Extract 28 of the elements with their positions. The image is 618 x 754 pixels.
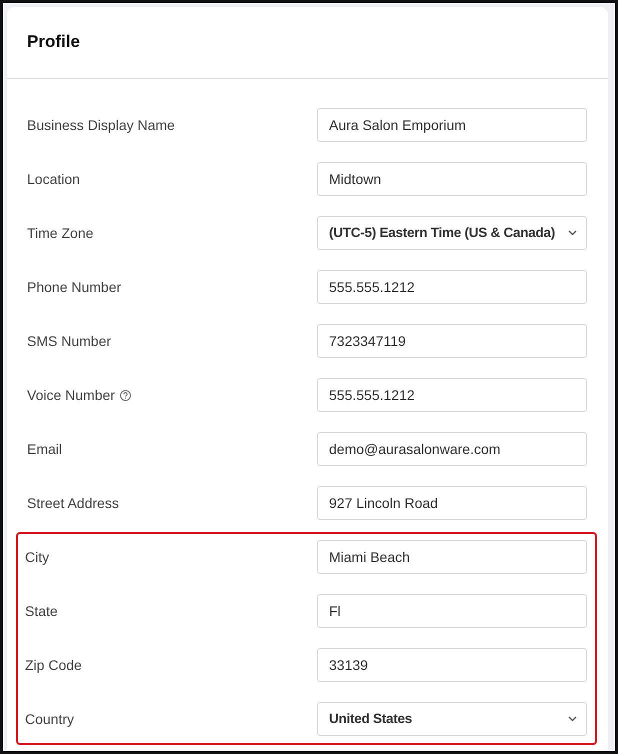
field-label: City (25, 548, 50, 567)
field-label: Business Display Name (27, 116, 175, 135)
field-label: Country (25, 710, 74, 729)
input-field[interactable]: Fl (317, 594, 587, 628)
field-label: Email (27, 440, 62, 458)
field-label: Street Address (27, 494, 119, 512)
chevron-down-icon (568, 716, 577, 722)
input-field[interactable]: Midtown (317, 162, 587, 196)
input-field[interactable]: 555.555.1212 (317, 378, 587, 412)
select-field[interactable]: (UTC-5) Eastern Time (US & Canada) (317, 216, 587, 250)
field-label: Location (27, 170, 80, 188)
chevron-down-icon (568, 230, 577, 236)
input-field[interactable]: 7323347119 (317, 324, 587, 358)
input-field[interactable]: 555.555.1212 (317, 270, 587, 304)
field-label: Voice Number (27, 386, 115, 404)
field-label: Time Zone (27, 224, 94, 242)
input-field[interactable]: 927 Lincoln Road (317, 486, 587, 520)
help-icon[interactable] (120, 390, 131, 400)
field-label: Zip Code (25, 656, 82, 675)
input-field[interactable]: Miami Beach (317, 540, 587, 574)
card-title: Profile (27, 32, 80, 53)
field-label: State (25, 602, 58, 620)
field-label: SMS Number (27, 332, 112, 350)
field-label: Phone Number (27, 278, 122, 296)
input-field[interactable]: Aura Salon Emporium (317, 108, 587, 142)
input-field[interactable]: 33139 (317, 648, 587, 682)
select-field[interactable]: United States (317, 702, 587, 736)
input-field[interactable]: demo@aurasalonware.com (317, 432, 587, 466)
